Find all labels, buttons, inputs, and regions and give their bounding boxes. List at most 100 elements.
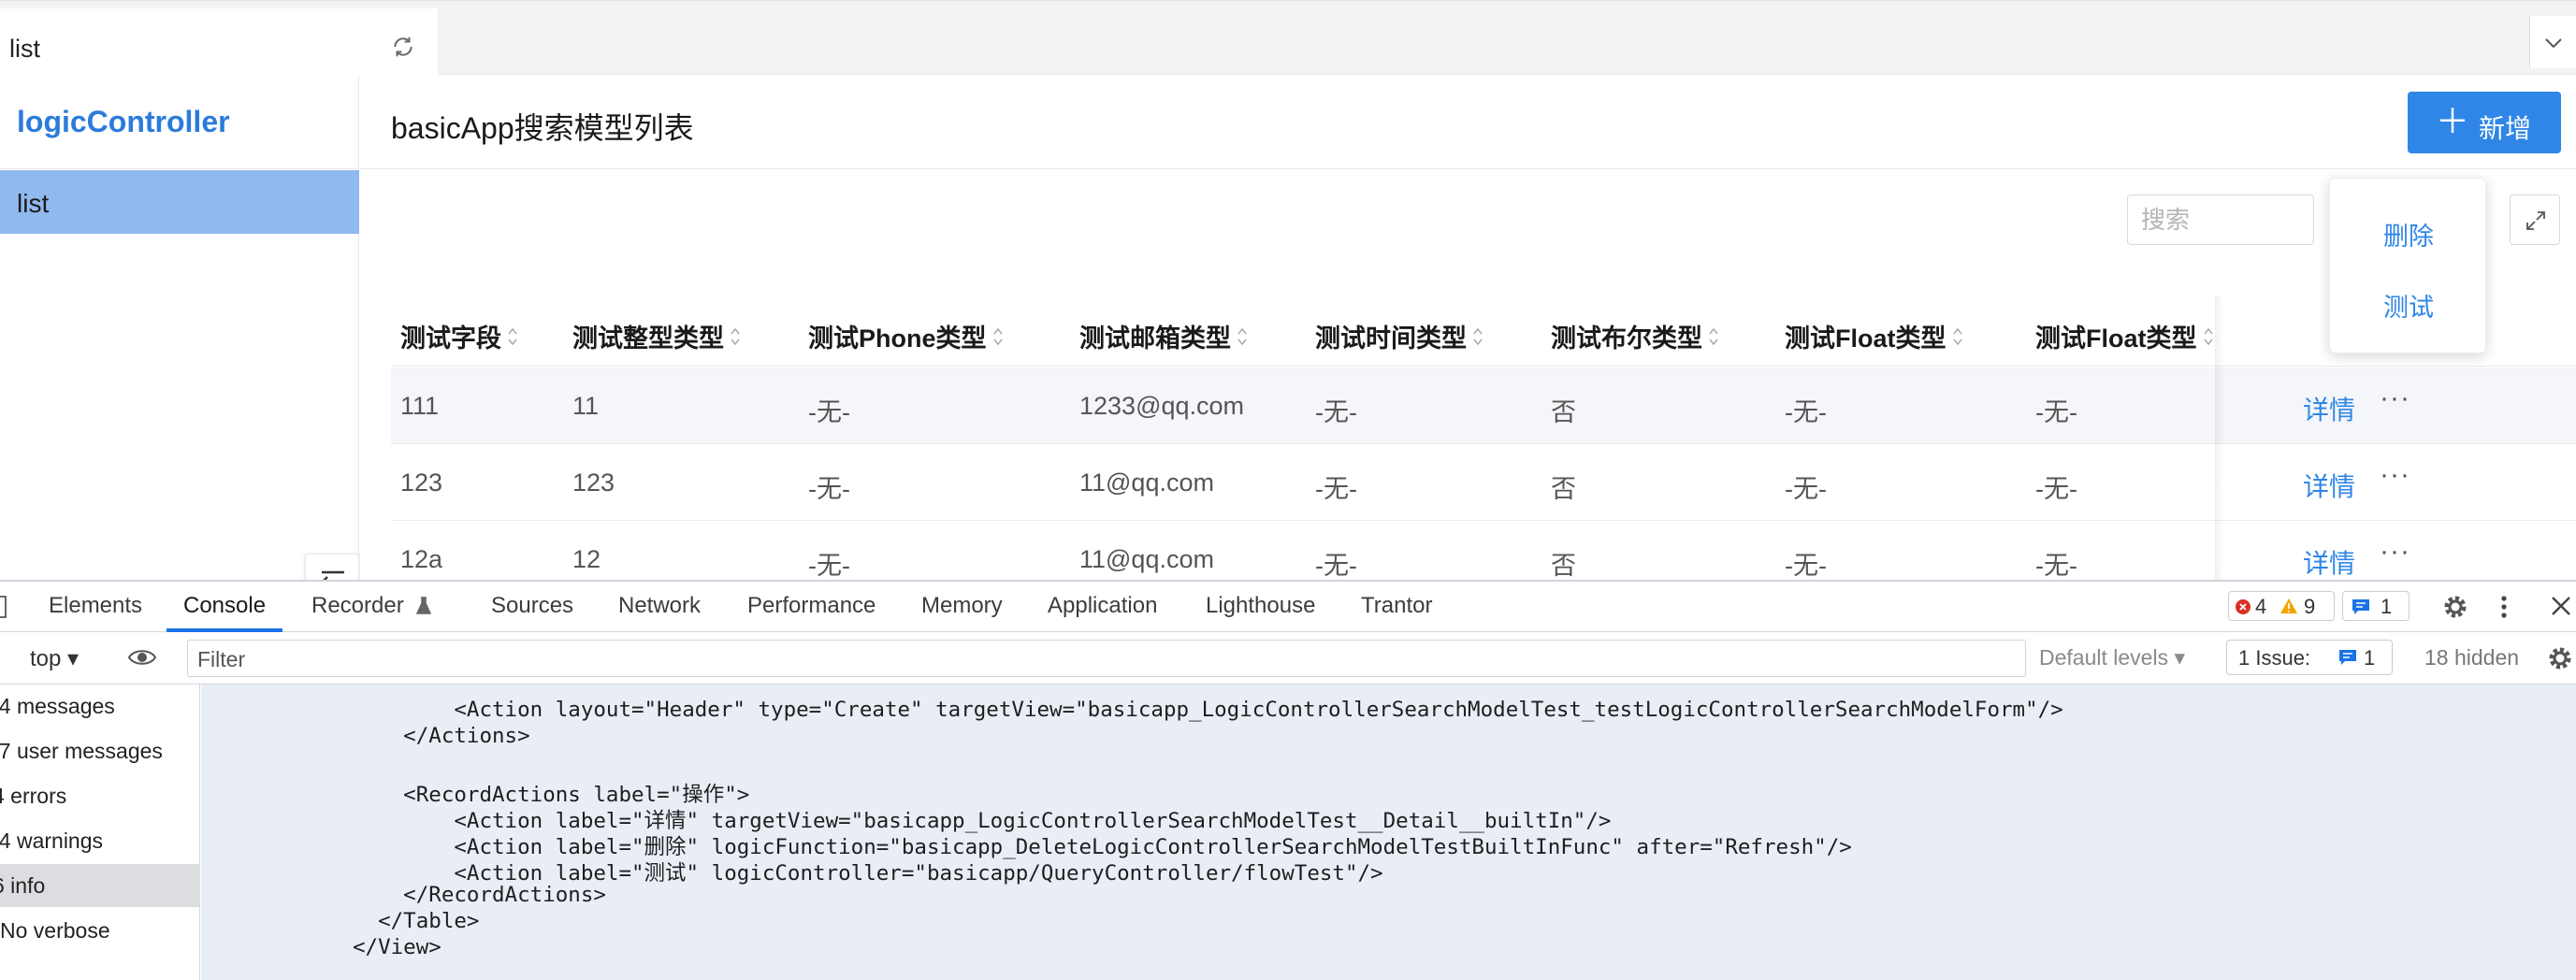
actions-popover: 删除 测试 — [2329, 178, 2486, 353]
sidebar-item-label: list — [17, 189, 50, 218]
code-line: </Table> — [353, 909, 480, 933]
plus-icon: ＋ — [2436, 102, 2470, 140]
detail-link[interactable]: 详情 — [2303, 543, 2355, 580]
sidebar-item-errors[interactable]: 4 errors — [0, 774, 200, 817]
code-line: </View> — [353, 935, 441, 959]
column-header[interactable]: 测试Float类型 — [2035, 318, 2214, 354]
tab-application[interactable]: Application — [1048, 593, 1157, 619]
sort-icon — [1952, 327, 1962, 346]
error-count: 4 — [2255, 595, 2267, 618]
page-title: basicApp搜索模型列表 — [391, 111, 694, 145]
console-sidebar: 24 messages 17 user messages 4 errors 14… — [0, 685, 200, 980]
fullscreen-button[interactable] — [2510, 195, 2560, 245]
tab-recorder[interactable]: Recorder — [311, 593, 404, 619]
column-header[interactable]: 测试整型类型 — [572, 318, 741, 354]
more-icon[interactable]: ··· — [2380, 382, 2410, 414]
sidebar-item-warnings[interactable]: 14 warnings — [0, 819, 200, 862]
tab-performance[interactable]: Performance — [747, 593, 876, 619]
column-header[interactable]: 测试Float类型 — [1785, 318, 1963, 354]
tab-label: list — [9, 35, 40, 63]
tab-trantor[interactable]: Trantor — [1361, 593, 1432, 619]
message-icon — [2339, 650, 2356, 665]
flask-icon — [415, 597, 432, 614]
code-line: </Actions> — [353, 724, 530, 748]
close-icon[interactable] — [2550, 595, 2572, 617]
sort-icon — [1237, 327, 1247, 346]
table-cell: 1233@qq.com — [1079, 392, 1245, 420]
table-cell: -无- — [1315, 552, 1357, 580]
column-header[interactable]: 测试字段 — [400, 318, 518, 354]
more-icon[interactable]: ··· — [2380, 459, 2410, 491]
search-input[interactable] — [2141, 205, 2300, 235]
table-header: 测试字段 测试整型类型 测试Phone类型 测试邮箱类型 测试时间类型 测试布尔… — [391, 295, 2576, 367]
tab-sources[interactable]: Sources — [491, 593, 573, 619]
column-header[interactable]: 测试时间类型 — [1315, 318, 1483, 354]
table-cell: 123 — [400, 468, 443, 497]
info-count: 1 — [2381, 595, 2393, 618]
test-menu-item[interactable]: 测试 — [2330, 287, 2487, 324]
delete-menu-item[interactable]: 删除 — [2330, 216, 2487, 252]
gear-icon[interactable] — [2441, 593, 2469, 621]
log-levels-dropdown[interactable]: Default levels ▾ — [2039, 645, 2185, 670]
info-counter[interactable]: 1 — [2342, 591, 2410, 621]
tab-memory[interactable]: Memory — [921, 593, 1003, 619]
gear-icon[interactable] — [2546, 644, 2574, 672]
more-icon[interactable]: ··· — [2380, 536, 2410, 568]
sort-icon — [1473, 327, 1483, 346]
table-cell: 否 — [1551, 475, 1576, 503]
add-button-label: 新增 — [2479, 114, 2532, 143]
fixed-column-shadow — [2215, 295, 2224, 580]
sidebar-item-messages[interactable]: 24 messages — [0, 685, 200, 728]
sidebar-title: logicController — [17, 105, 230, 138]
tab-lighthouse[interactable]: Lighthouse — [1206, 593, 1315, 619]
expand-icon — [2526, 211, 2545, 230]
table-cell: 否 — [1551, 398, 1576, 426]
sort-icon — [731, 327, 740, 346]
table-cell: -无- — [1785, 475, 1827, 503]
column-header[interactable]: 测试邮箱类型 — [1079, 318, 1248, 354]
sidebar-item-info[interactable]: 6 info — [0, 864, 200, 907]
sort-icon — [508, 327, 517, 346]
filter-input[interactable] — [197, 646, 1975, 672]
more-vertical-icon[interactable] — [2499, 593, 2509, 621]
refresh-icon[interactable] — [391, 35, 415, 59]
table-cell: -无- — [1785, 552, 1827, 580]
issues-label: 1 Issue: — [2238, 646, 2311, 670]
table-cell: 11@qq.com — [1079, 468, 1214, 497]
console-toolbar: top ▾ Default levels ▾ 1 Issue: 1 18 hid… — [0, 632, 2576, 685]
column-header[interactable]: 测试布尔类型 — [1551, 318, 1719, 354]
tab-network[interactable]: Network — [618, 593, 701, 619]
issues-button[interactable]: 1 Issue: 1 — [2226, 640, 2393, 675]
table-cell: -无- — [808, 475, 850, 503]
inspect-icon[interactable] — [0, 593, 9, 621]
table-row[interactable]: 12a 12 -无- 11@qq.com -无- 否 -无- -无- 详情 ··… — [391, 521, 2576, 580]
search-box[interactable] — [2127, 195, 2314, 245]
code-line: <Action layout="Header" type="Create" ta… — [353, 698, 2063, 722]
sidebar-item-list[interactable]: list — [0, 170, 359, 234]
detail-link[interactable]: 详情 — [2303, 390, 2355, 427]
tab-dropdown-button[interactable] — [2529, 16, 2576, 68]
table-cell: 12a — [400, 545, 443, 573]
table-row[interactable]: 111 11 -无- 1233@qq.com -无- 否 -无- -无- 详情 … — [391, 368, 2576, 444]
sidebar: logicController list — [0, 75, 359, 608]
code-line: </RecordActions> — [353, 883, 606, 907]
tab-list[interactable]: list — [0, 8, 438, 76]
table-row[interactable]: 123 123 -无- 11@qq.com -无- 否 -无- -无- 详情 ·… — [391, 444, 2576, 521]
context-selector[interactable]: top ▾ — [30, 645, 79, 672]
table-cell: 111 — [400, 392, 440, 420]
issues-count: 1 — [2364, 646, 2376, 670]
tab-console[interactable]: Console — [183, 593, 266, 619]
add-button[interactable]: ＋ 新增 — [2408, 92, 2561, 153]
column-header[interactable]: 测试Phone类型 — [808, 318, 1004, 354]
sidebar-item-user-messages[interactable]: 17 user messages — [0, 729, 200, 772]
devtools-panel: Elements Console Recorder Sources Networ… — [0, 580, 2576, 980]
issues-counter[interactable]: 4 9 — [2228, 591, 2335, 621]
detail-link[interactable]: 详情 — [2303, 467, 2355, 504]
filter-box[interactable] — [187, 640, 2026, 677]
warning-count: 9 — [2304, 595, 2316, 618]
eye-icon[interactable] — [127, 645, 157, 670]
table-cell: -无- — [2035, 398, 2077, 426]
tab-elements[interactable]: Elements — [49, 593, 142, 619]
sidebar-item-verbose[interactable]: No verbose — [0, 909, 200, 952]
tab-bar: list — [0, 0, 2576, 76]
